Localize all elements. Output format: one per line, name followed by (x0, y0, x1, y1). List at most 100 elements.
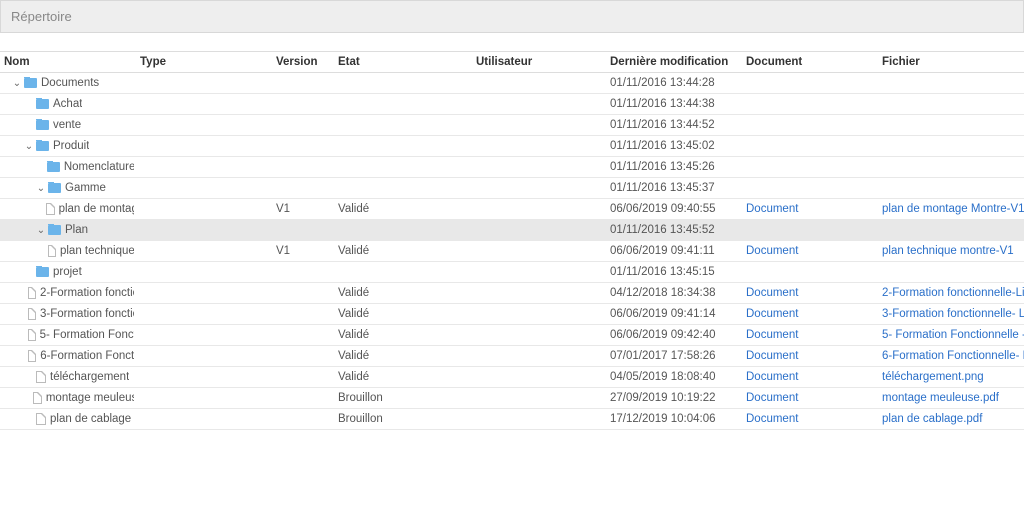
col-header-file[interactable]: Fichier (882, 56, 1024, 68)
row-name-label: Documents (41, 77, 99, 89)
cell-file[interactable]: téléchargement.png (882, 371, 1024, 383)
row-name-label: Plan (65, 224, 88, 236)
file-icon (28, 308, 36, 320)
row-name-label: téléchargement (50, 371, 129, 383)
table-row[interactable]: ▸Achat 01/11/2016 13:44:38 (0, 94, 1024, 115)
cell-date: 06/06/2019 09:41:11 (610, 245, 746, 257)
table-row[interactable]: ⌄Documents01/11/2016 13:44:28 (0, 73, 1024, 94)
cell-etat: Brouillon (338, 392, 476, 404)
row-name-label: projet (53, 266, 82, 278)
table-row[interactable]: ▸projet01/11/2016 13:45:15 (0, 262, 1024, 283)
cell-name[interactable]: ▸téléchargement (0, 371, 140, 383)
cell-etat: Validé (338, 329, 476, 341)
cell-etat: Validé (338, 350, 476, 362)
cell-name[interactable]: ▸2-Formation fonctionnell (0, 287, 140, 299)
chevron-down-icon[interactable]: ⌄ (36, 183, 46, 194)
cell-file[interactable]: plan de cablage.pdf (882, 413, 1024, 425)
folder-icon (48, 183, 61, 193)
chevron-down-icon[interactable]: ⌄ (36, 225, 46, 236)
cell-file[interactable]: 6-Formation Fonctionnelle- Livre5 (882, 350, 1024, 362)
cell-date: 01/11/2016 13:45:37 (610, 182, 746, 194)
chevron-down-icon[interactable]: ⌄ (24, 141, 34, 152)
row-name-label: Gamme (65, 182, 106, 194)
table-row[interactable]: ▸Nomenclature 01/11/2016 13:45:26 (0, 157, 1024, 178)
cell-file[interactable]: montage meuleuse.pdf (882, 392, 1024, 404)
file-icon (28, 350, 36, 362)
col-header-type[interactable]: Type (140, 56, 276, 68)
cell-doc[interactable]: Document (746, 203, 882, 215)
row-name-label: 5- Formation Fonctionne (40, 329, 134, 341)
table-row[interactable]: ⌄ Gamme 01/11/2016 13:45:37 (0, 178, 1024, 199)
cell-file[interactable]: 2-Formation fonctionnelle-Livre2 P (882, 287, 1024, 299)
panel-header: Répertoire (0, 0, 1024, 33)
cell-etat: Validé (338, 371, 476, 383)
file-icon (36, 371, 46, 383)
cell-date: 01/11/2016 13:44:38 (610, 98, 746, 110)
row-name-label: Achat (53, 98, 82, 110)
folder-icon (36, 120, 49, 130)
cell-name[interactable]: ▸Nomenclature (0, 161, 140, 173)
cell-doc[interactable]: Document (746, 413, 882, 425)
panel-title: Répertoire (11, 9, 72, 24)
row-name-label: Nomenclature (64, 161, 134, 173)
cell-doc[interactable]: Document (746, 287, 882, 299)
table-row[interactable]: ▸5- Formation FonctionneValidé06/06/2019… (0, 325, 1024, 346)
file-icon (28, 329, 36, 341)
cell-date: 07/01/2017 17:58:26 (610, 350, 746, 362)
cell-file[interactable]: 5- Formation Fonctionnelle - Livre4 (882, 329, 1024, 341)
table-row[interactable]: ▸vente01/11/2016 13:44:52 (0, 115, 1024, 136)
cell-date: 01/11/2016 13:45:52 (610, 224, 746, 236)
cell-file[interactable]: plan de montage Montre-V1 (882, 203, 1024, 215)
table-row[interactable]: ▸3-Formation fonctionnell Validé 06/06/201… (0, 304, 1024, 325)
col-header-name[interactable]: Nom (0, 56, 140, 68)
col-header-version[interactable]: Version (276, 56, 338, 68)
cell-etat: Validé (338, 287, 476, 299)
file-icon (36, 413, 46, 425)
cell-name[interactable]: ▸plan de cablage (0, 413, 140, 425)
cell-doc[interactable]: Document (746, 392, 882, 404)
cell-etat: Validé (338, 203, 476, 215)
cell-name[interactable]: ⌄ Gamme (0, 182, 140, 194)
table-row[interactable]: ▸6-Formation Fonctionne Validé 07/01/2017 … (0, 346, 1024, 367)
cell-doc[interactable]: Document (746, 308, 882, 320)
cell-name[interactable]: ▸Achat (0, 98, 140, 110)
cell-name[interactable]: ⌄Produit (0, 140, 140, 152)
cell-file[interactable]: plan technique montre-V1 (882, 245, 1024, 257)
table-row[interactable]: ▸2-Formation fonctionnellValidé04/12/201… (0, 283, 1024, 304)
col-header-etat[interactable]: État (338, 56, 476, 68)
cell-doc[interactable]: Document (746, 350, 882, 362)
cell-name[interactable]: ▸5- Formation Fonctionne (0, 329, 140, 341)
table-row[interactable]: ▸montage meuleuse Brouillon 27/09/2019 10:… (0, 388, 1024, 409)
folder-icon (36, 267, 49, 277)
col-header-user[interactable]: Utilisateur (476, 56, 610, 68)
table-row[interactable]: ▸téléchargementValidé04/05/2019 18:08:40… (0, 367, 1024, 388)
table-body: ⌄Documents01/11/2016 13:44:28▸Achat01/11… (0, 73, 1024, 430)
col-header-doc[interactable]: Document (746, 56, 882, 68)
cell-etat: Validé (338, 308, 476, 320)
table-row[interactable]: ▸plan de montage MV1Validé06/06/2019 09:… (0, 199, 1024, 220)
cell-date: 06/06/2019 09:41:14 (610, 308, 746, 320)
cell-doc[interactable]: Document (746, 371, 882, 383)
row-name-label: 6-Formation Fonctionne (40, 350, 134, 362)
cell-doc[interactable]: Document (746, 329, 882, 341)
chevron-down-icon[interactable]: ⌄ (12, 78, 22, 89)
cell-name[interactable]: ▸montage meuleuse (0, 392, 140, 404)
col-header-date[interactable]: Dernière modification (610, 56, 746, 68)
cell-name[interactable]: ▸3-Formation fonctionnell (0, 308, 140, 320)
table-row[interactable]: ▸plan de cablageBrouillon17/12/2019 10:0… (0, 409, 1024, 430)
cell-name[interactable]: ▸plan technique mo (0, 245, 140, 257)
table-row[interactable]: ▸plan technique moV1Validé06/06/2019 09:… (0, 241, 1024, 262)
cell-name[interactable]: ⌄ Documents (0, 77, 140, 89)
folder-icon (36, 99, 49, 109)
cell-name[interactable]: ▸6-Formation Fonctionne (0, 350, 140, 362)
table-row[interactable]: ⌄Produit01/11/2016 13:45:02 (0, 136, 1024, 157)
cell-file[interactable]: 3-Formation fonctionnelle- Livre3 P (882, 308, 1024, 320)
cell-name[interactable]: ▸plan de montage M (0, 203, 140, 215)
cell-date: 01/11/2016 13:45:26 (610, 161, 746, 173)
cell-name[interactable]: ▸projet (0, 266, 140, 278)
cell-name[interactable]: ▸vente (0, 119, 140, 131)
table-row[interactable]: ⌄ Plan 01/11/2016 13:45:52 (0, 220, 1024, 241)
cell-doc[interactable]: Document (746, 245, 882, 257)
cell-date: 27/09/2019 10:19:22 (610, 392, 746, 404)
cell-name[interactable]: ⌄ Plan (0, 224, 140, 236)
